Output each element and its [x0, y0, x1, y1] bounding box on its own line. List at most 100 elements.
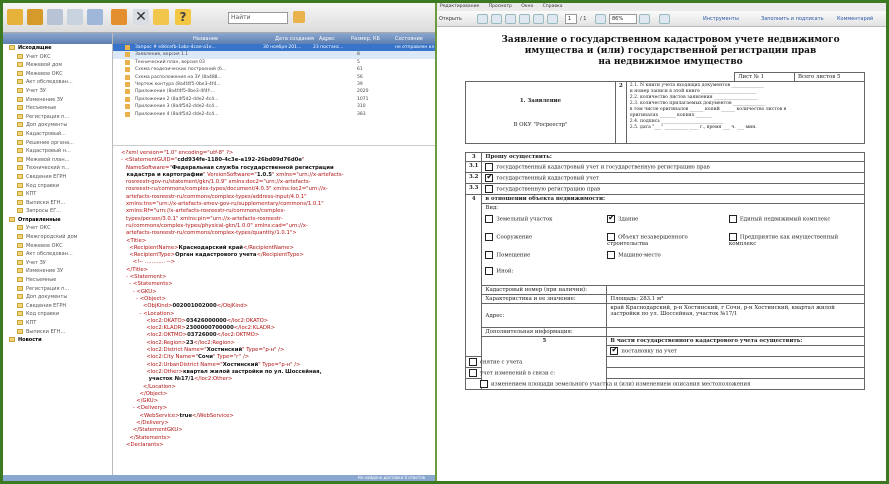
- checkbox-other[interactable]: [485, 267, 494, 275]
- list-row[interactable]: Запрос # e8dcefb-1abc-4cae-a1e... 30 нояб…: [113, 44, 435, 52]
- flag-icon[interactable]: [153, 9, 169, 25]
- tree-item[interactable]: Выписки ЕГН...: [3, 328, 112, 337]
- tree-item[interactable]: Межевое ОКС: [3, 242, 112, 251]
- list-row[interactable]: Заявление, версия 1.1 8: [113, 51, 435, 59]
- list-row[interactable]: Приложение 4 (8a4f5d2-dde2-4c4... 383: [113, 111, 435, 118]
- tree-item[interactable]: Изменение ЗУ: [3, 96, 112, 105]
- tree-item[interactable]: Код справки: [3, 310, 112, 319]
- tree-item[interactable]: Выписки ЕГН...: [3, 199, 112, 208]
- tree-item[interactable]: КПТ: [3, 319, 112, 328]
- list-row[interactable]: Приложение 3 (8a4f5d2-dde2-4c4... 310: [113, 103, 435, 110]
- col-addr[interactable]: Адрес: [319, 36, 335, 42]
- checkbox-registration[interactable]: [610, 345, 619, 355]
- tree-item[interactable]: Акт обследован...: [3, 78, 112, 87]
- search-input[interactable]: Найти: [228, 12, 288, 24]
- page-number-input[interactable]: 1: [565, 14, 577, 24]
- tree-folder-group[interactable]: Исходящие: [3, 44, 112, 53]
- tree-item[interactable]: Учет ЗУ: [3, 87, 112, 96]
- print-icon[interactable]: [505, 14, 516, 24]
- tools-button[interactable]: Инструменты: [703, 16, 739, 22]
- list-row[interactable]: Приложение (8a4f4f5-0be3-4f4f-... 2020: [113, 88, 435, 95]
- email-icon[interactable]: [519, 14, 530, 24]
- tree-folder-group[interactable]: Новости: [3, 336, 112, 345]
- col-size[interactable]: Размер, КБ: [351, 36, 380, 42]
- checkbox-unfinished[interactable]: [607, 233, 616, 241]
- tree-item[interactable]: Доп документы: [3, 293, 112, 302]
- tree-item[interactable]: Межевой дом: [3, 61, 112, 70]
- checkbox-removal[interactable]: [469, 358, 477, 366]
- tree-item[interactable]: Учет ЗУ: [3, 259, 112, 268]
- tree-item[interactable]: Изменение ЗУ: [3, 267, 112, 276]
- tree-item[interactable]: Доп документы: [3, 121, 112, 130]
- tree-folder-group[interactable]: Отправленные: [3, 216, 112, 225]
- checkbox-area-change[interactable]: [480, 380, 488, 388]
- select-tool-icon[interactable]: [659, 14, 670, 24]
- checkbox-land[interactable]: [485, 215, 494, 223]
- checkbox-enterprise[interactable]: [728, 233, 737, 241]
- menu-edit[interactable]: Редактирование: [440, 4, 479, 9]
- reply-icon[interactable]: [47, 9, 63, 25]
- close-icon[interactable]: ✕: [133, 9, 149, 25]
- characteristic-value[interactable]: Площадь: 283.1 м²: [606, 294, 865, 304]
- page-up-icon[interactable]: [533, 14, 544, 24]
- page-down-icon[interactable]: [547, 14, 558, 24]
- tree-item[interactable]: Решение органа...: [3, 139, 112, 148]
- checkbox-cadastre-only[interactable]: [485, 172, 494, 182]
- checkbox-registration-and-cadastre[interactable]: [485, 163, 494, 171]
- folder-icon[interactable]: [27, 9, 43, 25]
- tree-item[interactable]: Несъемные: [3, 104, 112, 113]
- tree-item[interactable]: Несъемные: [3, 276, 112, 285]
- people-icon[interactable]: [111, 9, 127, 25]
- list-row[interactable]: Чертеж контура (8a4f4f5-0be3-4f4... 39: [113, 81, 435, 88]
- col-name[interactable]: Название: [193, 36, 218, 42]
- menu-help[interactable]: Справка: [543, 4, 563, 9]
- col-date[interactable]: Дата создания: [275, 36, 314, 42]
- menu-window[interactable]: Окно: [521, 4, 533, 9]
- checkbox-changes[interactable]: [469, 369, 477, 377]
- list-row[interactable]: Схема геодезических построений (б... 61: [113, 66, 435, 73]
- extra-info-value[interactable]: [606, 327, 865, 337]
- download-icon[interactable]: [87, 9, 103, 25]
- address-value[interactable]: край Краснодарский, р-н Хостинский, г Со…: [606, 303, 865, 328]
- tree-item[interactable]: Кадастровый н...: [3, 147, 112, 156]
- zoom-out-icon[interactable]: [595, 14, 606, 24]
- create-pdf-icon[interactable]: [477, 14, 488, 24]
- tree-item[interactable]: Учет ОКС: [3, 224, 112, 233]
- tree-item[interactable]: Регистрация п...: [3, 285, 112, 294]
- home-icon[interactable]: [7, 9, 23, 25]
- list-row[interactable]: Схема расположения на ЗУ (8a488... 56: [113, 74, 435, 81]
- checkbox-single-complex[interactable]: [728, 215, 737, 223]
- tree-item[interactable]: Межевое ОКС: [3, 70, 112, 79]
- fill-sign-button[interactable]: Заполнить и подписать: [761, 16, 824, 22]
- menu-view[interactable]: Просмотр: [489, 4, 512, 9]
- tree-item[interactable]: Межевой план...: [3, 156, 112, 165]
- tree-item[interactable]: Код справки: [3, 182, 112, 191]
- tree-item[interactable]: Сведения ЕГРН: [3, 302, 112, 311]
- zoom-select[interactable]: 86%: [609, 14, 637, 24]
- col-state[interactable]: Состояние: [395, 36, 423, 42]
- forward-icon[interactable]: [67, 9, 83, 25]
- checkbox-building[interactable]: [607, 213, 616, 223]
- zoom-in-icon[interactable]: [639, 14, 650, 24]
- comment-button[interactable]: Комментарий: [837, 16, 873, 22]
- checkbox-room[interactable]: [485, 251, 494, 259]
- search-icon[interactable]: [293, 11, 305, 23]
- checkbox-parking[interactable]: [607, 251, 616, 259]
- save-icon[interactable]: [491, 14, 502, 24]
- cadastral-number-value[interactable]: [606, 285, 865, 295]
- tree-item[interactable]: Регистрация п...: [3, 113, 112, 122]
- help-icon[interactable]: ?: [175, 9, 191, 25]
- checkbox-registration-only[interactable]: [485, 185, 494, 193]
- tree-item[interactable]: КПТ: [3, 190, 112, 199]
- tree-item[interactable]: Акт обследован...: [3, 250, 112, 259]
- open-button[interactable]: Открыть: [439, 16, 462, 22]
- checkbox-structure[interactable]: [485, 233, 494, 241]
- tree-item[interactable]: Технический п...: [3, 164, 112, 173]
- tree-item[interactable]: Кадастровый...: [3, 130, 112, 139]
- tree-item[interactable]: Запросы ЕГ...: [3, 207, 112, 216]
- list-row[interactable]: Технический план, версия 03 5: [113, 59, 435, 66]
- tree-item[interactable]: Межгородский дом: [3, 233, 112, 242]
- tree-item[interactable]: Сведения ЕГРН: [3, 173, 112, 182]
- tree-item[interactable]: Учет ОКС: [3, 53, 112, 62]
- list-row[interactable]: Приложение 2 (8a4f5d2-dde2-4c4... 1071: [113, 96, 435, 103]
